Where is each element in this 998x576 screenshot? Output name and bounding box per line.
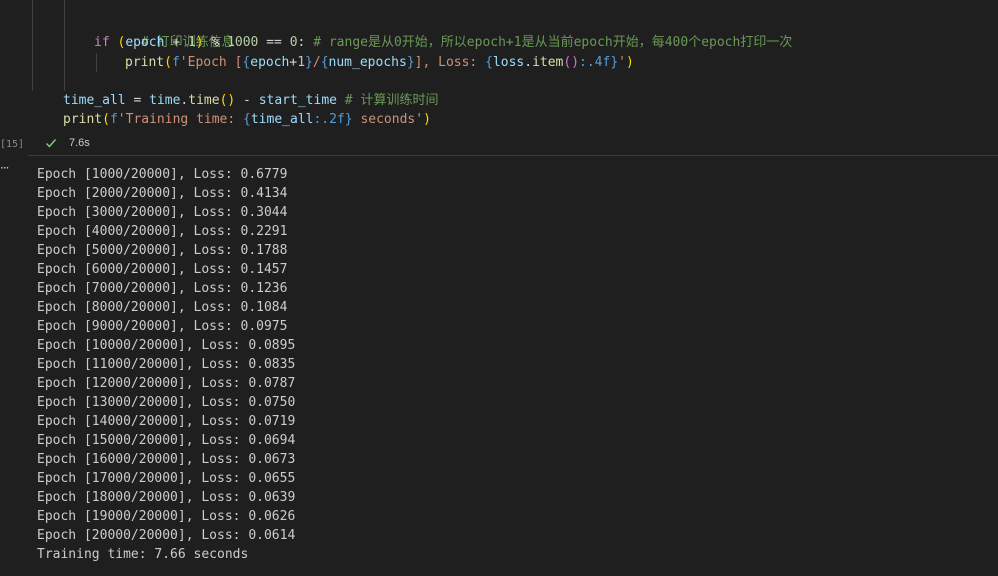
output-line: Epoch [19000/20000], Loss: 0.0626	[37, 509, 296, 524]
number: 1	[297, 55, 306, 70]
code-line-print-epoch: print(f'Epoch [{epoch+1}/{num_epochs}], …	[125, 53, 634, 72]
paren: )	[195, 35, 204, 50]
string: '	[618, 55, 626, 70]
fstring-prefix: f	[171, 55, 180, 70]
output-line: Epoch [17000/20000], Loss: 0.0655	[37, 471, 296, 486]
comment-text: # range是从0开始，所以epoch+1是从当前epoch开始，每400个e…	[313, 35, 793, 50]
function-print: print	[63, 112, 103, 127]
code-cell-editor[interactable]: # 打印训练信息 if ( epoch + 1) % 1000 == 0: # r…	[28, 0, 998, 133]
keyword-if: if	[94, 35, 110, 50]
output-line: Epoch [9000/20000], Loss: 0.0975	[37, 319, 288, 334]
operator: -	[235, 93, 259, 108]
output-line: Epoch [14000/20000], Loss: 0.0719	[37, 414, 296, 429]
code-line-comment: # 打印训练信息	[94, 14, 235, 50]
number: 1	[187, 35, 196, 50]
output-line: Epoch [12000/20000], Loss: 0.0787	[37, 376, 296, 391]
output-line: Epoch [3000/20000], Loss: 0.3044	[37, 205, 288, 220]
module-time: time	[149, 93, 181, 108]
operator: +	[164, 35, 188, 50]
string: 'Training time:	[117, 112, 244, 127]
operator: ==	[258, 35, 290, 50]
variable-num-epochs: num_epochs	[328, 55, 407, 70]
brace: }	[344, 112, 353, 127]
brace: {	[243, 112, 251, 127]
number: 1000	[227, 35, 259, 50]
output-line-training-time: Training time: 7.66 seconds	[37, 547, 249, 562]
cell-output: Epoch [1000/20000], Loss: 0.6779 Epoch […	[37, 165, 295, 564]
output-line: Epoch [11000/20000], Loss: 0.0835	[37, 357, 296, 372]
brace: }	[610, 55, 619, 70]
brace: {	[485, 55, 493, 70]
code-line-time-all: time_all = time.time() - start_time # 计算…	[63, 91, 438, 110]
comment-text: # 计算训练时间	[336, 93, 439, 108]
code-line-print-time: print(f'Training time: {time_all:.2f} se…	[63, 110, 431, 129]
output-line: Epoch [10000/20000], Loss: 0.0895	[37, 338, 296, 353]
output-line: Epoch [8000/20000], Loss: 0.1084	[37, 300, 288, 315]
cell-divider	[28, 155, 998, 156]
output-line: Epoch [18000/20000], Loss: 0.0639	[37, 490, 296, 505]
output-line: Epoch [16000/20000], Loss: 0.0673	[37, 452, 296, 467]
paren: )	[423, 112, 431, 127]
output-line: Epoch [5000/20000], Loss: 0.1788	[37, 243, 288, 258]
notebook-view: # 打印训练信息 if ( epoch + 1) % 1000 == 0: # r…	[0, 0, 998, 576]
format-spec: :.4f	[579, 55, 611, 70]
string: ], Loss:	[414, 55, 486, 70]
operator: =	[125, 93, 150, 108]
output-line: Epoch [6000/20000], Loss: 0.1457	[37, 262, 288, 277]
number: 0	[289, 35, 298, 50]
brace: {	[320, 55, 329, 70]
variable-time-all: time_all	[250, 112, 314, 127]
function-print: print	[125, 55, 165, 70]
indent-guide	[64, 0, 65, 91]
variable-start-time: start_time	[258, 93, 337, 108]
paren: ()	[219, 93, 236, 108]
colon: :	[297, 35, 314, 50]
string: 'Epoch [	[179, 55, 243, 70]
string: /	[312, 55, 321, 70]
variable-epoch: epoch	[250, 55, 290, 70]
output-line: Epoch [15000/20000], Loss: 0.0694	[37, 433, 296, 448]
method-item: item	[532, 55, 564, 70]
output-line: Epoch [20000/20000], Loss: 0.0614	[37, 528, 296, 543]
paren: ()	[563, 55, 580, 70]
output-line: Epoch [1000/20000], Loss: 0.6779	[37, 167, 288, 182]
indent-guide	[32, 0, 33, 91]
format-spec: :.2f	[313, 112, 345, 127]
dot: .	[524, 55, 533, 70]
output-line: Epoch [2000/20000], Loss: 0.4134	[37, 186, 288, 201]
brace: }	[406, 55, 415, 70]
paren: )	[626, 55, 634, 70]
variable-time-all: time_all	[63, 93, 126, 108]
output-line: Epoch [4000/20000], Loss: 0.2291	[37, 224, 288, 239]
execution-time: 7.6s	[69, 137, 90, 149]
variable-loss: loss	[492, 55, 525, 70]
ellipsis-icon[interactable]: ···	[0, 162, 16, 177]
fstring-prefix: f	[109, 112, 118, 127]
paren: (	[102, 112, 110, 127]
function-time: time	[188, 93, 220, 108]
cell-status-bar: 7.6s	[28, 133, 998, 155]
code-line-if: if (epoch + 1) % 1000 == 0: # range是从0开始…	[94, 33, 792, 52]
string: seconds'	[352, 112, 424, 127]
paren: (	[164, 55, 172, 70]
output-line: Epoch [7000/20000], Loss: 0.1236	[37, 281, 288, 296]
variable-epoch: epoch	[125, 35, 165, 50]
execution-count: [15]	[0, 139, 25, 150]
brace: }	[305, 55, 313, 70]
output-line: Epoch [13000/20000], Loss: 0.0750	[37, 395, 296, 410]
operator: %	[203, 35, 228, 50]
check-icon	[46, 139, 57, 148]
